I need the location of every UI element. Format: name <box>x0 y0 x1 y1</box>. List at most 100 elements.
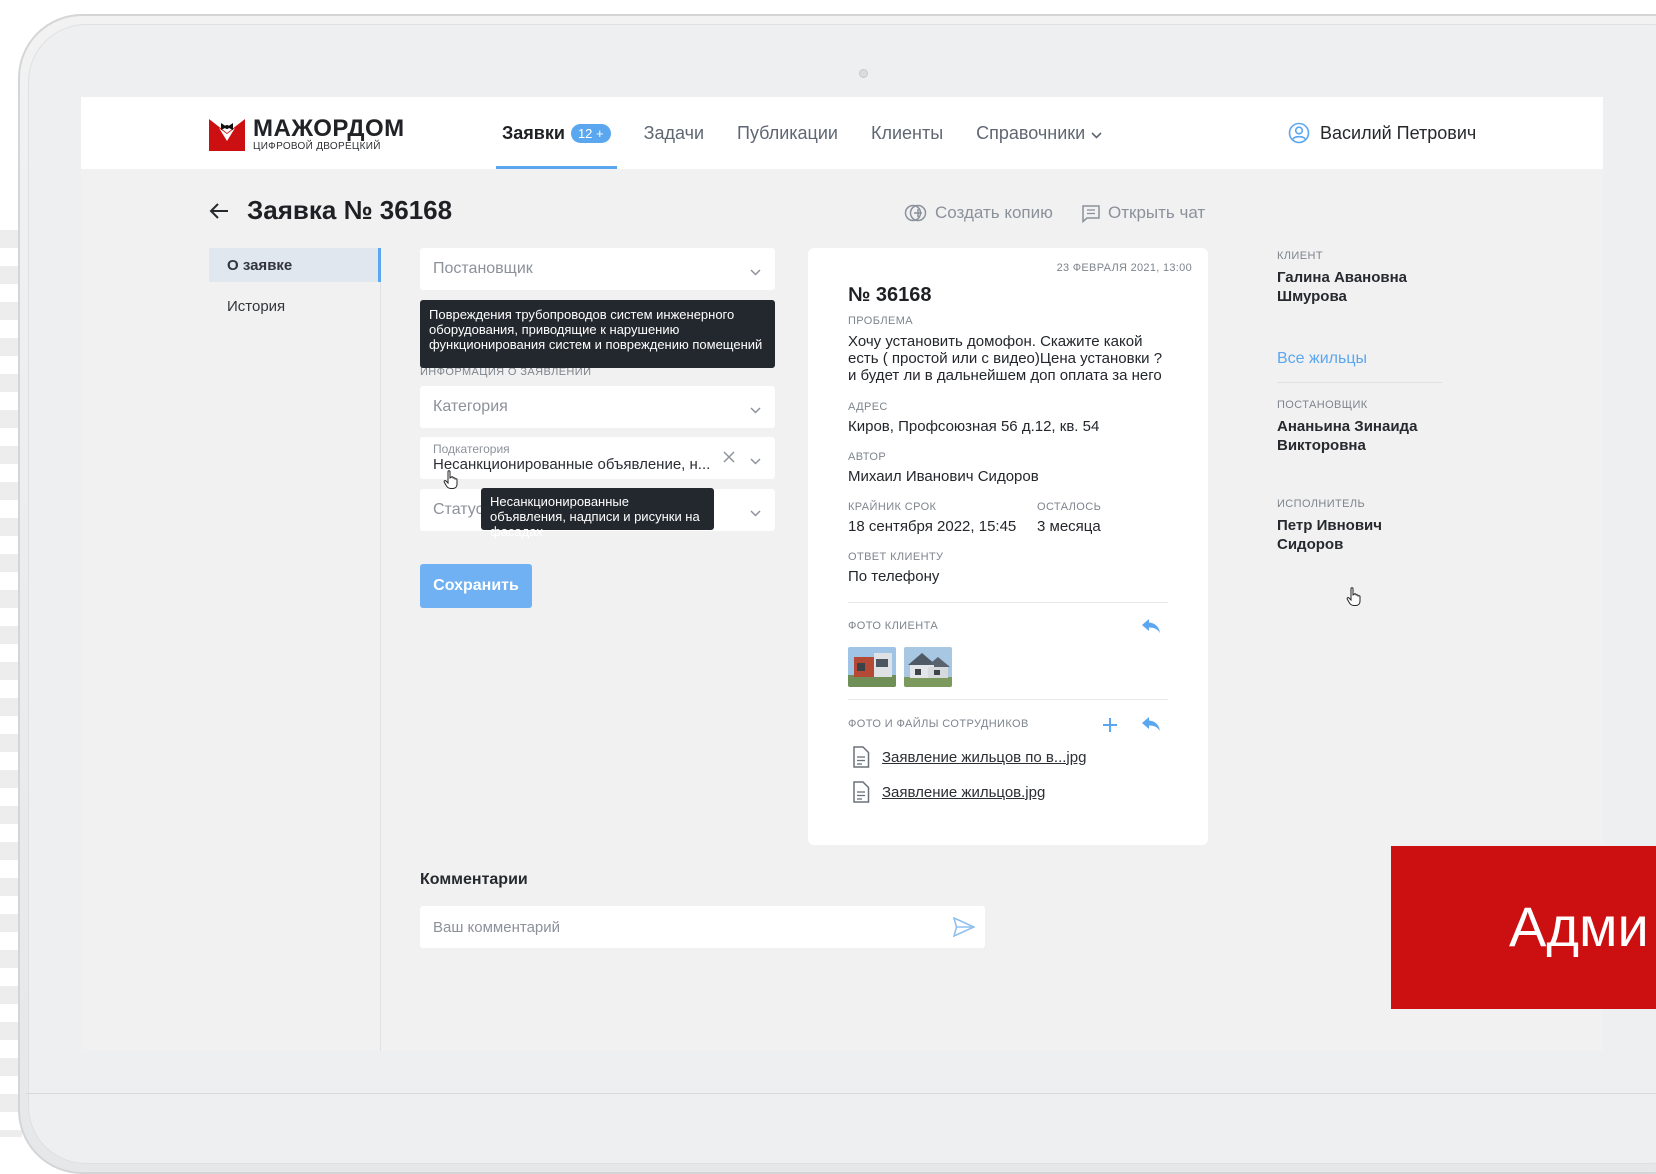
setter-placeholder: Постановщик <box>433 260 533 277</box>
side-item-about-label: О заявке <box>227 256 293 274</box>
open-chat-button[interactable]: Открыть чат <box>1081 203 1205 223</box>
setter-label: ПОСТАНОВЩИК <box>1277 399 1368 411</box>
chevron-down-icon <box>1091 123 1102 144</box>
create-copy-label: Создать копию <box>935 203 1053 222</box>
all-residents-link[interactable]: Все жильцы <box>1277 350 1367 368</box>
page-title: Заявка № 36168 <box>247 195 453 225</box>
request-card: 23 ФЕВРАЛЯ 2021, 13:00 № 36168 ПРОБЛЕМА … <box>808 248 1208 845</box>
client-photos-label: ФОТО КЛИЕНТА <box>848 620 939 632</box>
subcategory-label: Подкатегория <box>433 442 510 456</box>
card-divider <box>848 602 1168 603</box>
side-nav-divider <box>380 248 381 1051</box>
address-value: Киров, Профсоюзная 56 д.12, кв. 54 <box>848 418 1100 435</box>
nav-directories-label: Справочники <box>976 122 1086 143</box>
chevron-down-icon <box>750 401 761 419</box>
brand-subtitle: ЦИФРОВОЙ ДВОРЕЦКИЙ <box>253 141 381 152</box>
side-item-about[interactable]: О заявке <box>209 248 381 282</box>
chevron-down-icon <box>750 263 761 281</box>
nav-clients-label: Клиенты <box>870 122 944 143</box>
save-button[interactable]: Сохранить <box>420 564 532 608</box>
right-divider <box>1277 382 1442 383</box>
category-placeholder: Категория <box>433 398 508 415</box>
brand-logo[interactable]: МАЖОРДОМ ЦИФРОВОЙ ДВОРЕЦКИЙ <box>209 117 405 153</box>
chat-icon <box>1082 204 1100 223</box>
comment-input[interactable]: Ваш комментарий <box>420 906 985 948</box>
setter-select[interactable]: Постановщик <box>420 248 775 290</box>
laptop-base-line <box>26 1093 1656 1094</box>
plus-icon[interactable] <box>1102 717 1118 738</box>
app-screen: МАЖОРДОМ ЦИФРОВОЙ ДВОРЕЦКИЙ Заявки 12 + … <box>81 97 1603 1051</box>
problem-line-3: и будет ли в дальнейшем доп оплата за не… <box>848 367 1162 384</box>
time-left-label: ОСТАЛОСЬ <box>1037 501 1102 513</box>
butler-logo-icon <box>209 119 245 151</box>
staff-file-1[interactable]: Заявление жильцов по в...jpg <box>852 746 1086 768</box>
document-icon <box>853 746 870 768</box>
comments-title: Комментарии <box>420 871 528 888</box>
copy-plus-icon <box>904 204 927 222</box>
subcategory-value: Несанкционированные объявление, н... <box>433 456 711 473</box>
document-icon <box>853 781 870 803</box>
side-item-history-label: История <box>227 297 286 315</box>
open-chat-label: Открыть чат <box>1108 203 1206 222</box>
reply-icon[interactable] <box>1141 716 1161 737</box>
client-reply-value: По телефону <box>848 568 940 585</box>
status-placeholder: Статус <box>433 501 484 518</box>
card-divider <box>848 699 1168 700</box>
top-navigation-bar: МАЖОРДОМ ЦИФРОВОЙ ДВОРЕЦКИЙ Заявки 12 + … <box>81 97 1603 169</box>
nav-requests[interactable]: Заявки 12 + <box>496 97 617 169</box>
subcategory-select[interactable]: Подкатегория Несанкционированные объявле… <box>420 437 775 479</box>
client-name: Галина Авановна Шмурова <box>1277 269 1408 305</box>
request-number: № 36168 <box>848 284 932 306</box>
problem-line-2: есть ( простой или с видео)Цена установк… <box>848 350 1163 367</box>
executor-name: Петр Ивнович Сидоров <box>1277 517 1382 553</box>
problem-line-1: Хочу установить домофон. Скажите какой <box>848 333 1143 350</box>
author-label: АВТОР <box>848 451 887 463</box>
user-menu[interactable]: Василий Петрович <box>1288 97 1476 169</box>
hand-cursor-icon <box>443 470 459 495</box>
staff-file-2[interactable]: Заявление жильцов.jpg <box>852 781 1045 803</box>
client-photo-1[interactable] <box>848 647 896 687</box>
subcategory-tooltip: Несанкционированные объявления, надписи … <box>481 488 714 539</box>
client-reply-label: ОТВЕТ КЛИЕНТУ <box>848 551 944 563</box>
banner-text: Адми <box>1509 895 1649 958</box>
chevron-down-icon <box>750 452 761 470</box>
main-nav: Заявки 12 + Задачи Публикации Клиенты Сп… <box>496 97 1135 169</box>
request-date: 23 ФЕВРАЛЯ 2021, 13:00 <box>1056 262 1192 274</box>
send-icon[interactable] <box>952 916 976 941</box>
side-item-history[interactable]: История <box>209 289 381 323</box>
author-value: Михаил Иванович Сидоров <box>848 468 1039 485</box>
nav-requests-label: Заявки <box>502 122 565 143</box>
staff-files-label: ФОТО И ФАЙЛЫ СОТРУДНИКОВ <box>848 718 1029 730</box>
nav-directories[interactable]: Справочники <box>976 97 1102 169</box>
problem-label: ПРОБЛЕМА <box>848 315 914 327</box>
hand-cursor-icon <box>1346 587 1362 612</box>
camera-dot <box>859 69 868 78</box>
brand-title: МАЖОРДОМ <box>253 115 405 142</box>
setter-name: Ананьина Зинаида Викторовна <box>1277 418 1418 454</box>
comment-placeholder: Ваш комментарий <box>433 918 561 936</box>
reply-icon[interactable] <box>1141 618 1161 639</box>
nav-publications[interactable]: Публикации <box>737 97 838 169</box>
client-label: КЛИЕНТ <box>1277 250 1323 262</box>
address-label: АДРЕС <box>848 401 888 413</box>
clear-icon[interactable] <box>723 450 735 468</box>
deadline-label: КРАЙНИК СРОК <box>848 501 937 513</box>
category-select[interactable]: Категория <box>420 386 775 428</box>
chevron-down-icon <box>750 504 761 522</box>
nav-publications-label: Публикации <box>737 122 838 143</box>
user-avatar-icon <box>1288 122 1310 144</box>
deadline-value: 18 сентября 2022, 15:45 <box>848 518 1017 535</box>
client-photo-2[interactable] <box>904 647 952 687</box>
back-arrow-icon[interactable] <box>209 202 229 225</box>
time-left-value: 3 месяца <box>1037 518 1101 535</box>
nav-tasks[interactable]: Задачи <box>644 97 704 169</box>
executor-label: ИСПОЛНИТЕЛЬ <box>1277 498 1366 510</box>
staff-file-2-name: Заявление жильцов.jpg <box>882 783 1046 801</box>
requests-count-badge: 12 + <box>570 123 611 143</box>
create-copy-button[interactable]: Создать копию <box>904 203 1053 223</box>
nav-clients[interactable]: Клиенты <box>871 97 943 169</box>
staff-file-1-name: Заявление жильцов по в...jpg <box>882 748 1087 766</box>
user-name: Василий Петрович <box>1320 122 1477 143</box>
nav-tasks-label: Задачи <box>643 122 705 143</box>
problem-tooltip: Повреждения трубопроводов систем инженер… <box>420 300 775 368</box>
